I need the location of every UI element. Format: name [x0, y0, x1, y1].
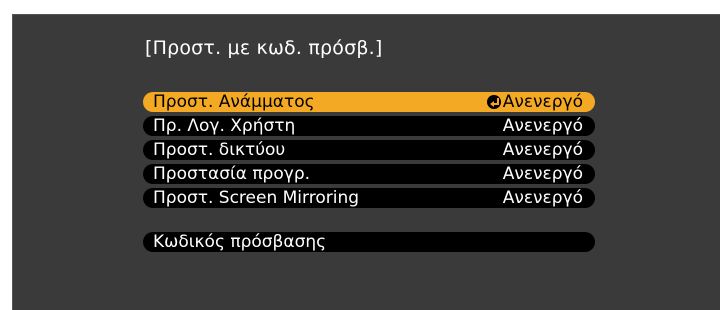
menu-item-value: Ανενεργό	[502, 188, 583, 208]
menu-item-label: Προστ. Screen Mirroring	[153, 188, 360, 208]
menu-item-label: Προστασία προγρ.	[153, 164, 311, 184]
menu-item-user-logo-protection[interactable]: Πρ. Λογ. Χρήστη Ανενεργό	[143, 116, 595, 136]
menu-item-schedule-protection[interactable]: Προστασία προγρ. Ανενεργό	[143, 164, 595, 184]
menu-item-value-text: Ανενεργό	[502, 92, 583, 112]
menu-item-label: Προστ. δικτύου	[153, 140, 286, 160]
menu-item-value: Ανενεργό	[502, 164, 583, 184]
menu-item-label: Πρ. Λογ. Χρήστη	[153, 116, 296, 136]
menu-item-value: Ανενεργό	[486, 92, 583, 112]
menu-item-value: Ανενεργό	[502, 116, 583, 136]
menu-item-label: Κωδικός πρόσβασης	[153, 232, 327, 252]
menu-item-label: Προστ. Ανάμματος	[153, 92, 315, 112]
menu-item-value: Ανενεργό	[502, 140, 583, 160]
enter-icon	[486, 95, 501, 109]
osd-menu-screen: [Προστ. με κωδ. πρόσβ.] Προστ. Ανάμματος…	[12, 14, 720, 310]
menu-item-password[interactable]: Κωδικός πρόσβασης	[143, 232, 595, 252]
menu-list: Προστ. Ανάμματος Ανενεργό Πρ. Λογ. Χρήστ…	[143, 92, 595, 256]
menu-title: [Προστ. με κωδ. πρόσβ.]	[145, 37, 383, 59]
menu-item-network-protection[interactable]: Προστ. δικτύου Ανενεργό	[143, 140, 595, 160]
menu-item-power-on-protection[interactable]: Προστ. Ανάμματος Ανενεργό	[143, 92, 595, 112]
menu-item-screen-mirroring-protection[interactable]: Προστ. Screen Mirroring Ανενεργό	[143, 188, 595, 208]
menu-spacer	[143, 212, 595, 232]
